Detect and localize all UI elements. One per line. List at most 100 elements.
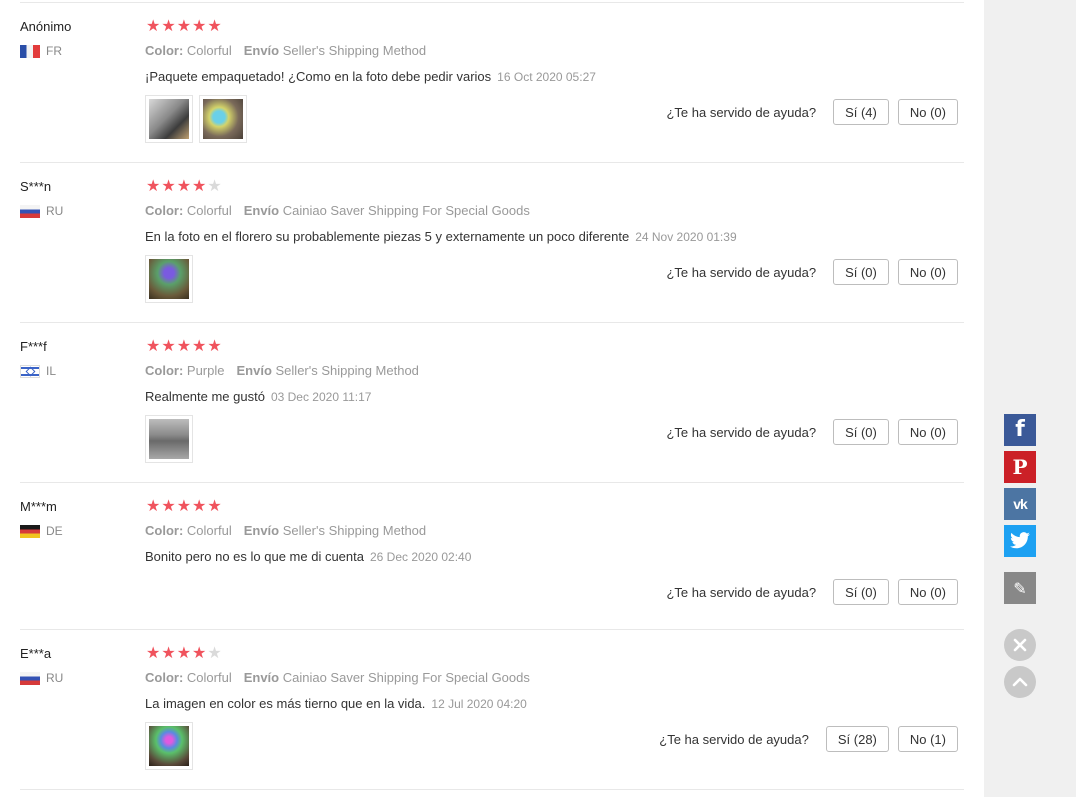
flag-ru-icon [20, 204, 40, 218]
vote-no-button[interactable]: No (0) [897, 99, 958, 125]
twitter-icon [1010, 532, 1030, 549]
star-rating: ★★★★★ [146, 498, 223, 516]
flag-fr-icon [20, 44, 40, 58]
flag-de-icon [20, 524, 40, 538]
vote-yes-button[interactable]: Sí (0) [833, 579, 889, 605]
shipping-value: Seller's Shipping Method [282, 43, 427, 58]
star-icon: ★ [161, 338, 177, 355]
star-icon: ★ [192, 178, 208, 195]
star-icon: ★ [161, 18, 177, 35]
helpful-vote: ¿Te ha servido de ayuda? Sí (0) No (0) [666, 579, 958, 605]
review-item: M***m DE ★★★★★ Color: Colorful Envío Sell… [20, 483, 964, 630]
star-icon: ★ [192, 498, 208, 515]
write-review-button[interactable]: ✎ [1004, 572, 1036, 604]
review-photo-thumbnail[interactable] [199, 95, 247, 143]
star-icon: ★ [207, 338, 223, 355]
vote-no-button[interactable]: No (0) [897, 259, 958, 285]
star-icon: ★ [176, 18, 193, 35]
shipping-label: Envío [243, 43, 280, 58]
review-attributes: Color: Colorful Envío Seller's Shipping M… [145, 523, 426, 538]
star-icon: ★ [192, 338, 208, 355]
helpful-question: ¿Te ha servido de ayuda? [666, 104, 817, 120]
shipping-value: Cainiao Saver Shipping For Special Goods [282, 203, 530, 218]
review-attributes: Color: Purple Envío Seller's Shipping Met… [145, 363, 419, 378]
review-photo-thumbnail[interactable] [145, 255, 193, 303]
reviews-list: Anónimo FR ★★★★★ Color: Colorful Envío Se… [20, 0, 964, 797]
review-item: E***a RU ★★★★★ Color: Colorful Envío Cain… [20, 630, 964, 790]
star-icon: ★ [146, 498, 162, 515]
star-rating: ★★★★★ [146, 338, 223, 356]
flag-ru-icon [20, 671, 40, 685]
review-attributes: Color: Colorful Envío Cainiao Saver Shipp… [145, 670, 530, 685]
color-label: Color: [145, 203, 184, 218]
reviewer-country: DE [20, 523, 63, 539]
review-text: En la foto en el florero su probablement… [145, 229, 630, 244]
pinterest-share-button[interactable]: P [1004, 451, 1036, 483]
star-icon: ★ [176, 338, 193, 355]
star-rating: ★★★★★ [146, 18, 223, 36]
star-rating: ★★★★★ [146, 645, 223, 663]
vote-yes-button[interactable]: Sí (4) [833, 99, 889, 125]
scroll-to-top-button[interactable] [1004, 666, 1036, 698]
color-value: Purple [186, 363, 225, 378]
star-icon: ★ [176, 498, 193, 515]
review-photo-thumbnail[interactable] [145, 95, 193, 143]
star-icon: ★ [146, 18, 162, 35]
flag-il-icon [20, 364, 40, 378]
color-label: Color: [145, 363, 184, 378]
review-text: Bonito pero no es lo que me di cuenta [145, 549, 364, 564]
review-date: 16 Oct 2020 05:27 [497, 70, 596, 84]
twitter-share-button[interactable] [1004, 525, 1036, 557]
review-photo-thumbnail[interactable] [145, 722, 193, 770]
review-photos [145, 95, 253, 143]
facebook-share-button[interactable]: f [1004, 414, 1036, 446]
helpful-vote: ¿Te ha servido de ayuda? Sí (4) No (0) [666, 99, 958, 125]
reviewer-name: S***n [20, 179, 52, 194]
vote-yes-button[interactable]: Sí (28) [825, 726, 889, 752]
helpful-question: ¿Te ha servido de ayuda? [666, 264, 817, 280]
star-icon: ★ [146, 178, 162, 195]
review-item: F***f IL ★★★★★ Color: Purple Envío Seller… [20, 323, 964, 483]
star-icon: ★ [146, 338, 162, 355]
reviewer-name: E***a [20, 646, 52, 661]
review-content: En la foto en el florero su probablement… [145, 229, 737, 244]
review-content: La imagen en color es más tierno que en … [145, 696, 527, 711]
pinterest-icon: P [1012, 455, 1028, 479]
star-icon: ★ [176, 645, 193, 662]
reviewer-country: RU [20, 670, 63, 686]
star-icon: ★ [207, 498, 223, 515]
helpful-vote: ¿Te ha servido de ayuda? Sí (0) No (0) [666, 259, 958, 285]
review-attributes: Color: Colorful Envío Seller's Shipping M… [145, 43, 426, 58]
vote-no-button[interactable]: No (0) [897, 419, 958, 445]
reviewer-country: RU [20, 203, 63, 219]
vote-yes-button[interactable]: Sí (0) [833, 419, 889, 445]
color-label: Color: [145, 43, 184, 58]
country-code: DE [46, 524, 63, 538]
review-date: 26 Dec 2020 02:40 [369, 550, 472, 564]
color-value: Colorful [186, 203, 232, 218]
star-icon: ★ [192, 18, 208, 35]
shipping-label: Envío [243, 523, 280, 538]
color-value: Colorful [186, 670, 232, 685]
shipping-value: Seller's Shipping Method [275, 363, 419, 378]
review-photo-thumbnail[interactable] [145, 415, 193, 463]
country-code: RU [46, 204, 64, 218]
vk-icon: vk [1013, 496, 1028, 512]
vote-no-button[interactable]: No (0) [897, 579, 958, 605]
color-value: Colorful [186, 43, 232, 58]
color-label: Color: [145, 670, 184, 685]
vote-yes-button[interactable]: Sí (0) [833, 259, 889, 285]
color-value: Colorful [186, 523, 232, 538]
vk-share-button[interactable]: vk [1004, 488, 1036, 520]
shipping-value: Cainiao Saver Shipping For Special Goods [282, 670, 530, 685]
vote-no-button[interactable]: No (1) [897, 726, 958, 752]
review-photos [145, 722, 199, 770]
review-photos [145, 255, 199, 303]
close-share-button[interactable] [1004, 629, 1036, 661]
helpful-question: ¿Te ha servido de ayuda? [659, 731, 809, 747]
chevron-up-icon [1012, 677, 1028, 687]
star-icon: ★ [146, 645, 162, 662]
country-code: IL [46, 364, 57, 378]
country-code: FR [46, 44, 62, 58]
review-text: La imagen en color es más tierno que en … [145, 696, 426, 711]
